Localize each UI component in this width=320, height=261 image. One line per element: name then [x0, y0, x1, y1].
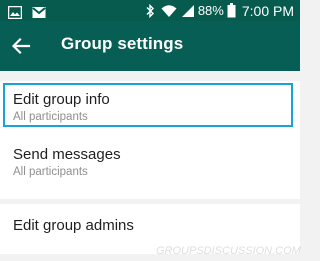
- status-bar: 88% 7:00 PM: [0, 0, 300, 21]
- page-title: Group settings: [61, 34, 184, 53]
- setting-title: Edit group info: [13, 91, 110, 108]
- setting-send-messages[interactable]: Send messages All participants: [0, 141, 300, 191]
- gmail-icon: [32, 7, 47, 19]
- bluetooth-icon: [146, 3, 154, 18]
- settings-card: Edit group info All participants Send me…: [0, 81, 300, 199]
- battery-percent: 88%: [197, 3, 224, 18]
- clock: 7:00 PM: [241, 2, 294, 19]
- battery-icon: [227, 3, 236, 18]
- arrow-back-icon: [11, 37, 31, 55]
- mobile-signal-icon: [181, 4, 194, 17]
- wifi-icon: [161, 4, 177, 17]
- setting-subtitle: All participants: [13, 111, 88, 123]
- app-bar: Group settings: [0, 21, 300, 71]
- status-right-icons: 88% 7:00 PM: [145, 2, 294, 19]
- setting-title: Edit group admins: [13, 217, 134, 234]
- setting-title: Send messages: [13, 146, 121, 163]
- notification-image-icon: [8, 6, 22, 20]
- watermark: GROUPSDISCUSSION.COM: [156, 245, 301, 257]
- back-button[interactable]: [10, 35, 32, 57]
- setting-edit-group-info[interactable]: Edit group info All participants: [0, 81, 300, 131]
- setting-subtitle: All participants: [13, 166, 88, 178]
- status-left-icons: [8, 4, 47, 20]
